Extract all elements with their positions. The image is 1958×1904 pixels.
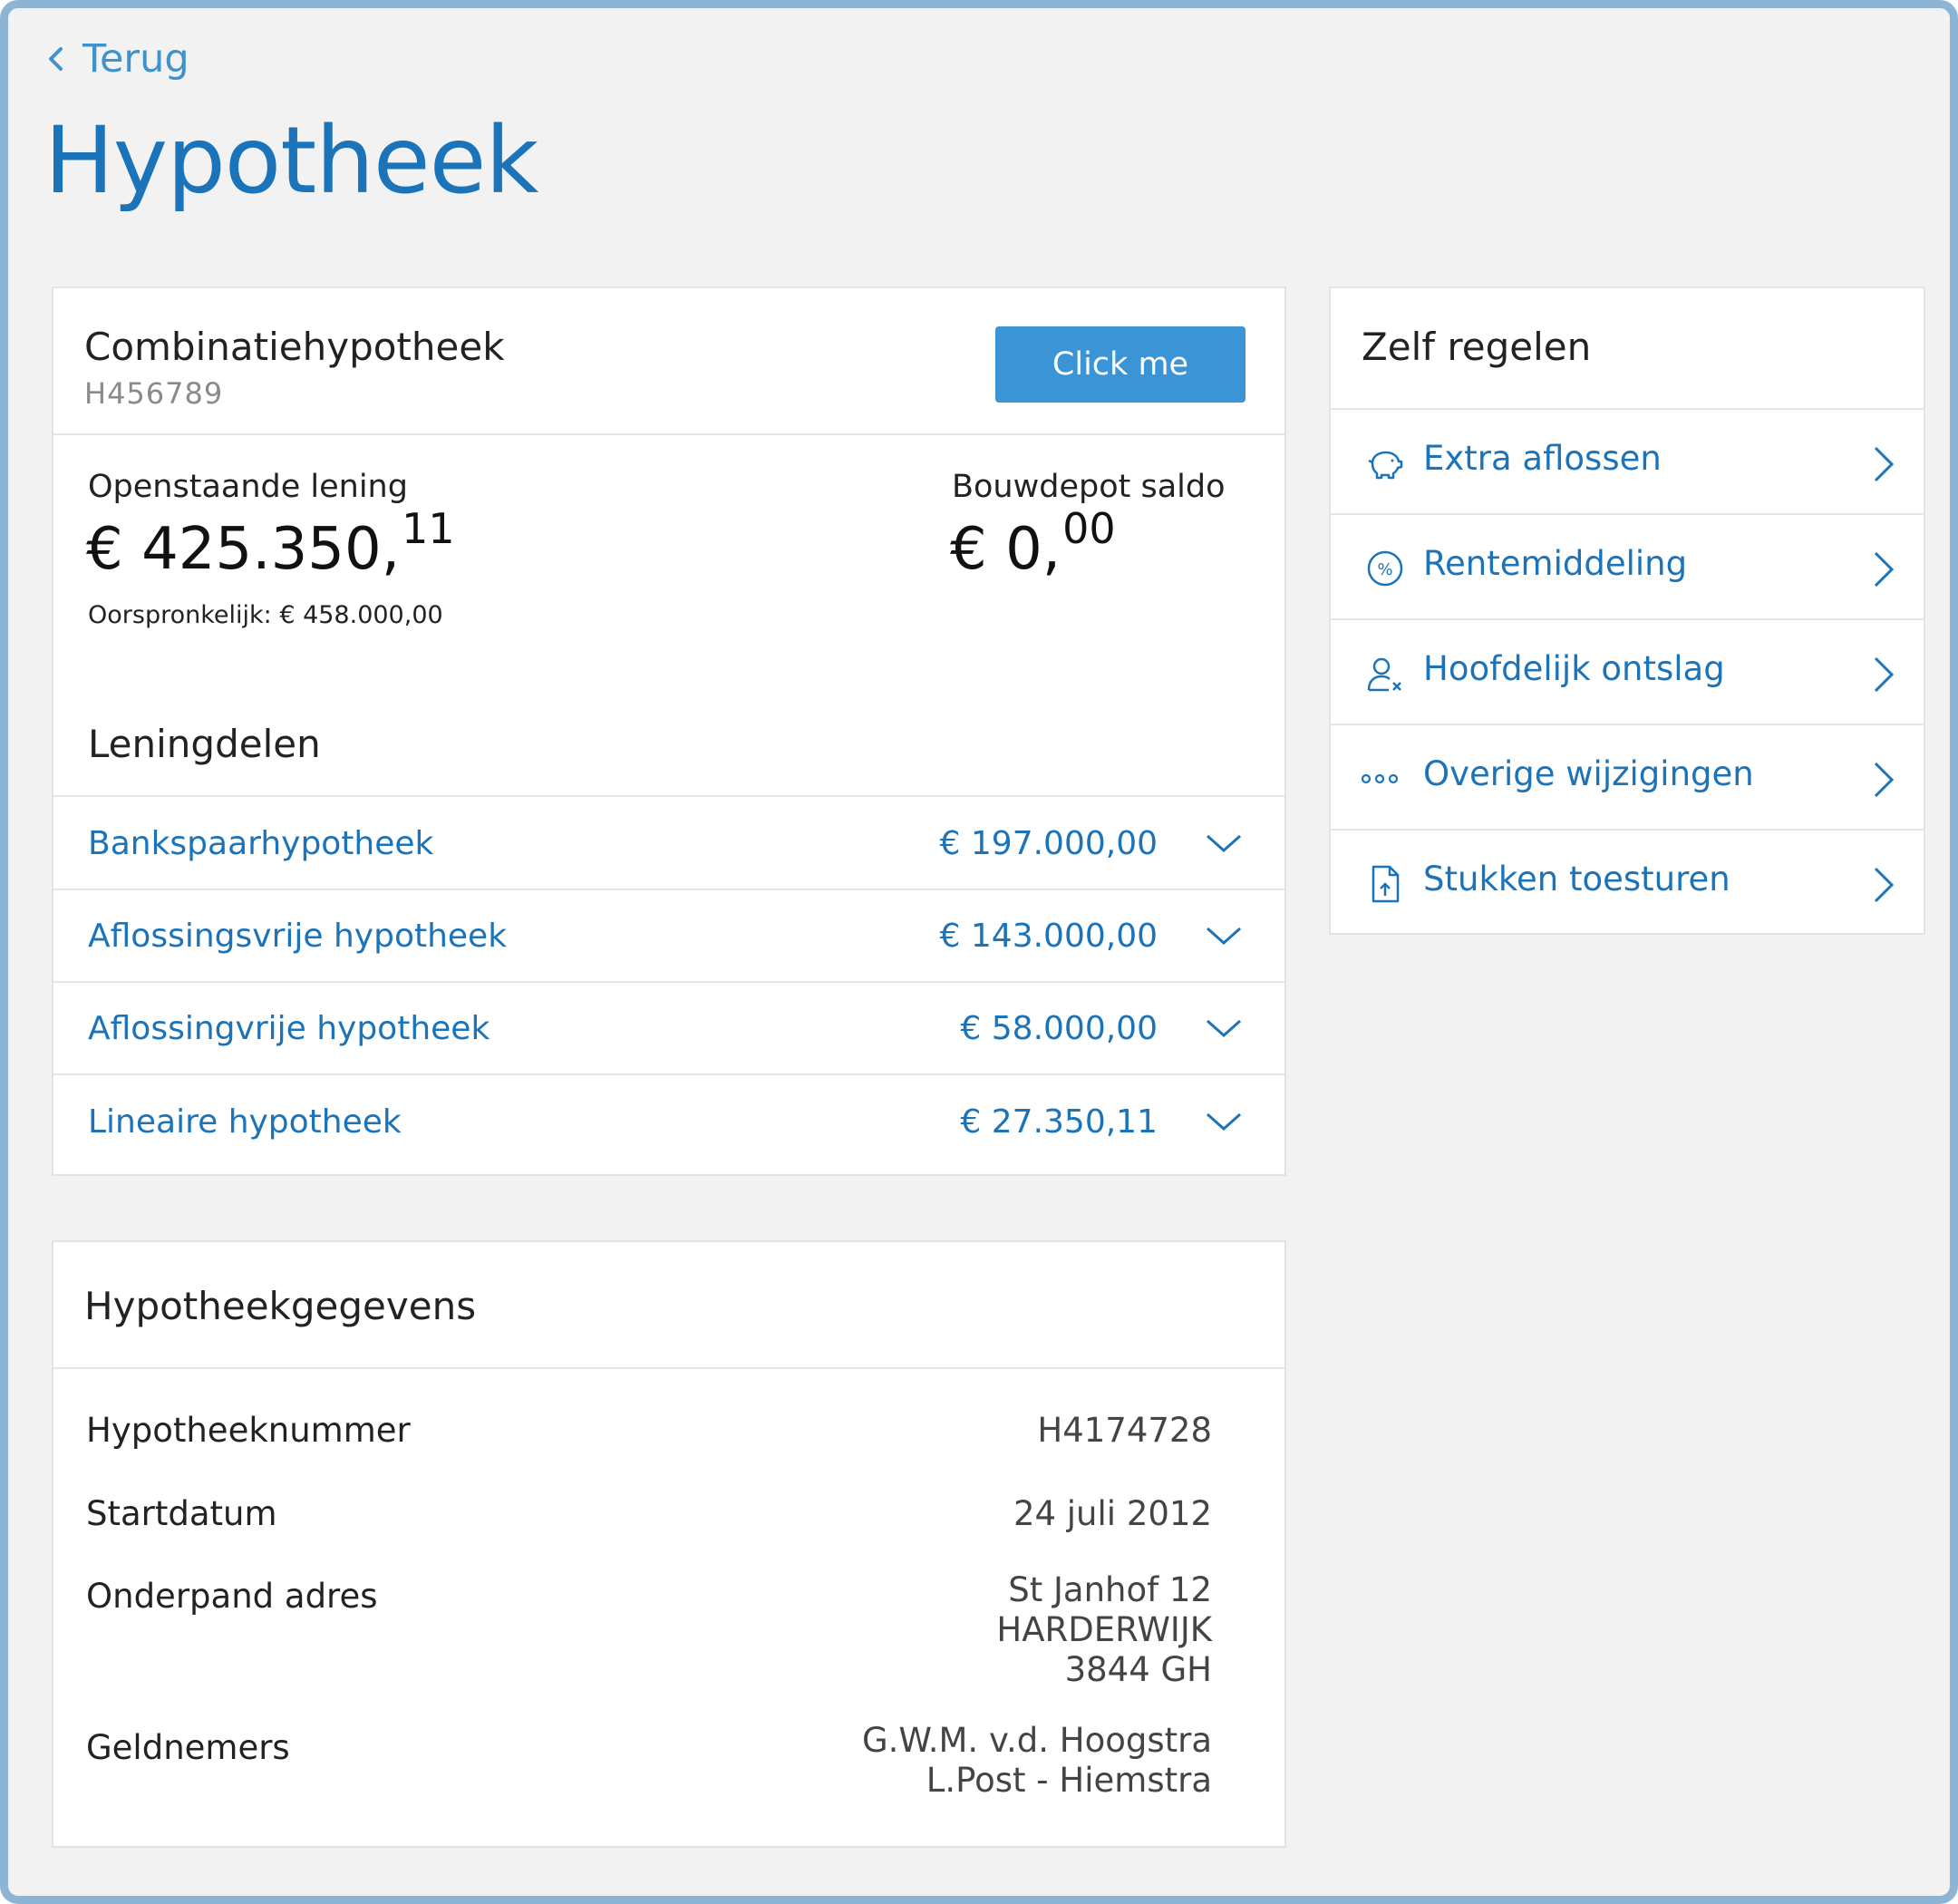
detail-value: G.W.M. v.d. Hoogstra L.Post - Hiemstra bbox=[862, 1721, 1212, 1801]
loan-part-name: Bankspaarhypotheek bbox=[88, 824, 434, 862]
bouwdepot-amount-main: € 0, bbox=[950, 516, 1061, 583]
self-service-card: Zelf regelen Extra aflossen % Rentemidde… bbox=[1329, 287, 1925, 935]
back-link-label: Terug bbox=[82, 36, 189, 82]
detail-value-line: H4174728 bbox=[1037, 1411, 1212, 1450]
loan-part-row[interactable]: Bankspaarhypotheek € 197.000,00 bbox=[53, 798, 1284, 889]
loan-part-name: Aflossingvrije hypotheek bbox=[88, 1009, 490, 1047]
chevron-right-icon bbox=[1874, 446, 1895, 482]
detail-value-line: 3844 GH bbox=[1064, 1650, 1212, 1689]
detail-value-line: HARDERWIJK bbox=[996, 1610, 1212, 1649]
mortgage-details-card: Hypotheekgegevens Hypotheeknummer H41747… bbox=[52, 1240, 1286, 1848]
outstanding-label: Openstaande lening bbox=[88, 469, 408, 505]
self-service-title: Zelf regelen bbox=[1362, 325, 1592, 369]
detail-value: St Janhof 12 HARDERWIJK 3844 GH bbox=[996, 1570, 1212, 1690]
chevron-right-icon bbox=[1874, 867, 1895, 903]
detail-label: Startdatum bbox=[86, 1494, 277, 1533]
chevron-down-icon[interactable] bbox=[1205, 832, 1243, 854]
divider bbox=[53, 1073, 1284, 1075]
loan-part-amount: € 27.350,11 bbox=[960, 1103, 1158, 1141]
detail-value-line: L.Post - Hiemstra bbox=[926, 1761, 1212, 1800]
divider bbox=[53, 1367, 1284, 1369]
self-service-item-hoofdelijk-ontslag[interactable]: Hoofdelijk ontslag bbox=[1331, 620, 1924, 724]
click-me-button[interactable]: Click me bbox=[995, 326, 1246, 403]
user-remove-icon bbox=[1367, 657, 1401, 692]
detail-value-line: St Janhof 12 bbox=[1008, 1570, 1212, 1609]
mortgage-number: H456789 bbox=[84, 376, 224, 411]
bouwdepot-amount-cents: 00 bbox=[1062, 504, 1116, 553]
self-service-item-label: Overige wijzigingen bbox=[1423, 754, 1754, 793]
chevron-down-icon[interactable] bbox=[1205, 1111, 1243, 1132]
original-amount: Oorspronkelijk: € 458.000,00 bbox=[88, 601, 443, 629]
loan-part-name: Lineaire hypotheek bbox=[88, 1103, 402, 1141]
divider bbox=[53, 433, 1284, 435]
detail-value-line: 24 juli 2012 bbox=[1013, 1494, 1212, 1533]
chevron-right-icon bbox=[1874, 551, 1895, 588]
chevron-right-icon bbox=[1874, 656, 1895, 693]
loan-parts-title: Leningdelen bbox=[88, 722, 321, 766]
chevron-left-icon bbox=[49, 47, 63, 71]
loan-part-amount: € 197.000,00 bbox=[939, 824, 1158, 862]
outstanding-amount: € 425.350,11 bbox=[86, 508, 455, 578]
more-dots-icon bbox=[1361, 773, 1399, 784]
detail-value: H4174728 bbox=[1037, 1411, 1212, 1451]
loan-part-amount: € 58.000,00 bbox=[960, 1009, 1158, 1047]
mortgage-card: Combinatiehypotheek H456789 Click me Ope… bbox=[52, 287, 1286, 1176]
percent-icon: % bbox=[1367, 550, 1403, 587]
details-title: Hypotheekgegevens bbox=[84, 1284, 477, 1328]
bouwdepot-label: Bouwdepot saldo bbox=[952, 469, 1226, 505]
bouwdepot-amount: € 0,00 bbox=[950, 508, 1116, 578]
loan-part-name: Aflossingsvrije hypotheek bbox=[88, 917, 508, 955]
page-title: Hypotheek bbox=[44, 107, 538, 215]
self-service-item-label: Hoofdelijk ontslag bbox=[1423, 649, 1725, 688]
chevron-down-icon[interactable] bbox=[1205, 1017, 1243, 1039]
detail-label: Hypotheeknummer bbox=[86, 1411, 411, 1450]
detail-value-line: G.W.M. v.d. Hoogstra bbox=[861, 1721, 1212, 1760]
outstanding-amount-cents: 11 bbox=[402, 504, 455, 553]
back-link[interactable]: Terug bbox=[44, 32, 189, 86]
loan-part-amount: € 143.000,00 bbox=[939, 917, 1158, 955]
loan-part-row[interactable]: Aflossingsvrije hypotheek € 143.000,00 bbox=[53, 890, 1284, 981]
outstanding-amount-main: € 425.350, bbox=[86, 516, 401, 583]
loan-part-row[interactable]: Lineaire hypotheek € 27.350,11 bbox=[53, 1076, 1284, 1167]
self-service-item-label: Stukken toesturen bbox=[1423, 860, 1730, 899]
detail-label: Geldnemers bbox=[86, 1728, 290, 1767]
self-service-item-extra-aflossen[interactable]: Extra aflossen bbox=[1331, 410, 1924, 513]
self-service-item-label: Rentemiddeling bbox=[1423, 544, 1688, 583]
chevron-right-icon bbox=[1874, 762, 1895, 798]
self-service-item-rentemiddeling[interactable]: % Rentemiddeling bbox=[1331, 515, 1924, 618]
self-service-item-stukken-toesturen[interactable]: Stukken toesturen bbox=[1331, 831, 1924, 934]
self-service-item-overige-wijzigingen[interactable]: Overige wijzigingen bbox=[1331, 725, 1924, 829]
svg-text:%: % bbox=[1377, 560, 1392, 579]
self-service-item-label: Extra aflossen bbox=[1423, 439, 1662, 478]
detail-value: 24 juli 2012 bbox=[1013, 1494, 1212, 1534]
loan-part-row[interactable]: Aflossingvrije hypotheek € 58.000,00 bbox=[53, 983, 1284, 1073]
chevron-down-icon[interactable] bbox=[1205, 925, 1243, 947]
document-upload-icon bbox=[1372, 865, 1400, 903]
app-window: Terug Hypotheek Combinatiehypotheek H456… bbox=[0, 0, 1958, 1904]
detail-label: Onderpand adres bbox=[86, 1577, 378, 1616]
piggy-bank-icon bbox=[1368, 451, 1403, 480]
divider bbox=[53, 795, 1284, 797]
mortgage-title: Combinatiehypotheek bbox=[84, 325, 505, 369]
